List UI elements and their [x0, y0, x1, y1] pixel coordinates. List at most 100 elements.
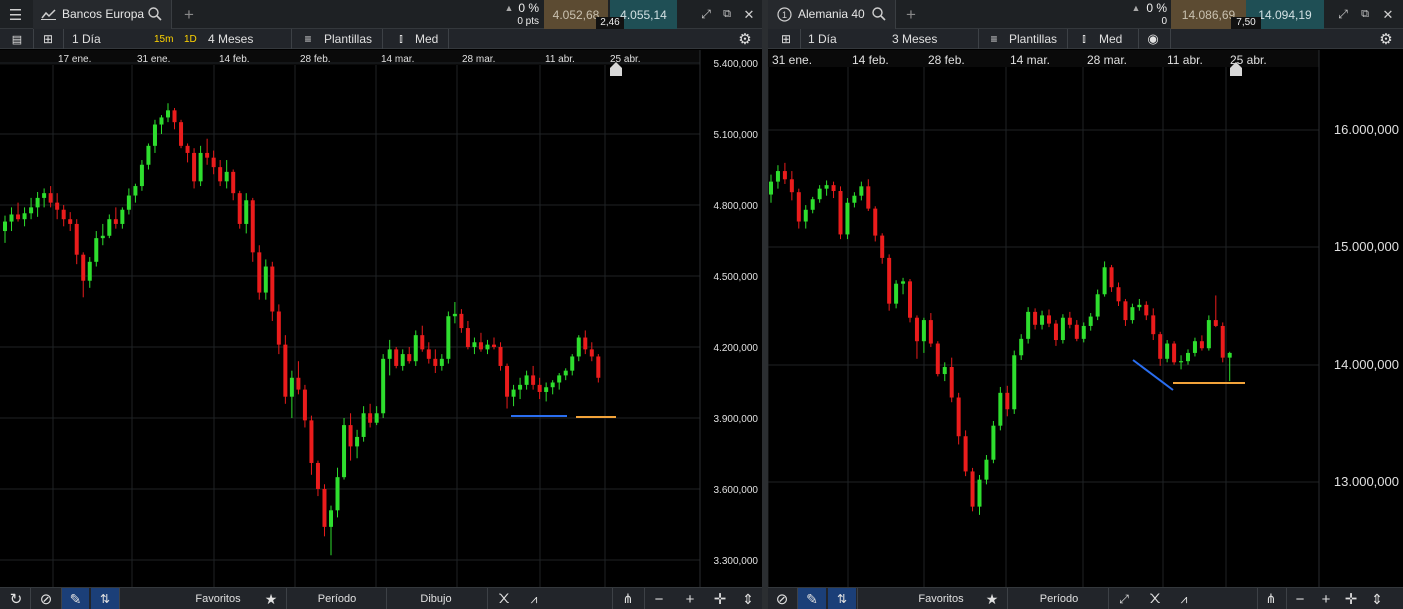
quick-interval-1d[interactable]: 1D — [184, 29, 197, 49]
candle-body — [452, 313, 457, 317]
add-tab-icon[interactable]: + — [178, 0, 200, 29]
favorites-button[interactable]: Favoritos — [901, 588, 981, 609]
candle-body — [231, 171, 236, 194]
zoom-in-icon[interactable]: + — [679, 588, 701, 609]
sort-arrows-icon[interactable]: ⇅ — [828, 588, 856, 609]
trees-icon[interactable]: ⋔ — [616, 588, 640, 609]
candle-body — [185, 145, 190, 153]
candles-icon: ⫾ — [399, 32, 403, 45]
candle-body — [205, 152, 210, 158]
candle-body — [478, 342, 483, 350]
move-vertical-icon[interactable]: ⇕ — [737, 588, 759, 609]
hamburger-menu-icon[interactable]: ☰ — [0, 0, 31, 29]
candle-body — [1081, 325, 1086, 339]
indicator-icon[interactable]: ᙭ — [1144, 588, 1166, 609]
eye-icon[interactable]: ◉ — [1142, 29, 1164, 49]
interval-selector[interactable]: 1 Día — [72, 29, 101, 49]
popout-icon[interactable]: ⧉ — [718, 0, 736, 29]
candle-body — [87, 261, 92, 281]
candle-body — [263, 266, 268, 293]
candle-body — [172, 110, 177, 123]
chart-panel-right: 1 Alemania 40 + ▲ 0 % 0 14.086,69 14.094… — [768, 0, 1403, 609]
y-tick-label: 3.900,000 — [714, 414, 759, 425]
panel-header: 1 Alemania 40 + ▲ 0 % 0 14.086,69 14.094… — [768, 0, 1403, 29]
search-icon[interactable] — [148, 7, 162, 21]
add-tab-icon[interactable]: + — [900, 0, 922, 29]
candle-body — [257, 252, 262, 293]
candle-body — [439, 358, 444, 366]
candle-body — [465, 328, 470, 347]
y-tick-label: 14.000,000 — [1334, 357, 1399, 372]
zoom-out-icon[interactable]: − — [1290, 588, 1310, 609]
zoom-in-icon[interactable]: + — [1316, 588, 1336, 609]
chart-type-button[interactable]: Med — [415, 29, 438, 49]
pencil-icon[interactable]: ✎ — [798, 588, 826, 609]
grid-layout-icon[interactable]: ⊞ — [777, 29, 795, 49]
candle-body — [159, 117, 164, 125]
candle-body — [1137, 304, 1142, 308]
zoom-out-icon[interactable]: − — [648, 588, 670, 609]
candle-body — [133, 186, 138, 196]
candle-body — [433, 358, 438, 366]
candle-body — [775, 171, 780, 182]
candle-body — [505, 365, 510, 397]
search-icon[interactable] — [872, 7, 886, 21]
y-tick-label: 13.000,000 — [1334, 474, 1399, 489]
candle-body — [420, 335, 425, 350]
candle-body — [16, 214, 21, 220]
settings-gear-icon[interactable]: ⚙ — [735, 29, 755, 49]
candle-body — [796, 192, 801, 222]
study-icon[interactable]: ⩘ — [522, 588, 546, 609]
pencil-icon[interactable]: ✎ — [62, 588, 89, 609]
candle-body — [381, 358, 386, 414]
trees-icon[interactable]: ⋔ — [1260, 588, 1282, 609]
star-icon[interactable]: ★ — [262, 588, 280, 609]
candle-body — [789, 179, 794, 193]
expand-icon[interactable]: ⤢ — [1334, 0, 1352, 29]
star-icon[interactable]: ★ — [983, 588, 1001, 609]
indicator-icon[interactable]: ᙭ — [492, 588, 516, 609]
sort-arrows-icon[interactable]: ⇅ — [91, 588, 119, 609]
x-tick-label: 14 mar. — [1010, 53, 1050, 67]
clear-icon[interactable]: ⊘ — [34, 588, 58, 609]
candlestick-chart[interactable]: 16.000,000 15.000,000 14.000,000 13.000,000… — [768, 50, 1403, 587]
period-selector[interactable]: 3 Meses — [892, 29, 937, 49]
settings-gear-icon[interactable]: ⚙ — [1376, 29, 1396, 49]
templates-button[interactable]: Plantillas — [1009, 29, 1057, 49]
close-icon[interactable]: ✕ — [1379, 0, 1397, 29]
list-icon[interactable]: ▤ — [8, 29, 26, 49]
candle-body — [998, 392, 1003, 426]
expand-icon[interactable]: ⤢ — [697, 0, 715, 29]
candle-body — [1102, 267, 1107, 295]
candle-body — [803, 209, 808, 222]
crosshair-icon[interactable]: ✛ — [1341, 588, 1361, 609]
quick-interval-15m[interactable]: 15m — [154, 29, 173, 49]
x-tick-label: 28 feb. — [928, 53, 965, 67]
popout-icon[interactable]: ⧉ — [1356, 0, 1374, 29]
x-tick-label: 17 ene. — [58, 54, 91, 65]
close-icon[interactable]: ✕ — [740, 0, 758, 29]
refresh-icon[interactable]: ↻ — [5, 588, 27, 609]
x-tick-label: 14 mar. — [381, 54, 414, 65]
candlestick-chart[interactable]: 5.400,000 5.100,000 4.800,000 4.500,000 4.20… — [0, 50, 762, 587]
crosshair-icon[interactable]: ✛ — [709, 588, 731, 609]
x-tick-label: 28 mar. — [462, 54, 495, 65]
move-vertical-icon[interactable]: ⇕ — [1367, 588, 1387, 609]
grid-layout-icon[interactable]: ⊞ — [39, 29, 57, 49]
period-button[interactable]: Período — [1019, 588, 1099, 609]
candle-body — [9, 214, 14, 222]
candle-body — [1026, 311, 1031, 339]
templates-button[interactable]: Plantillas — [324, 29, 372, 49]
period-button[interactable]: Período — [297, 588, 377, 609]
info-circle-icon[interactable]: 1 — [777, 7, 792, 22]
study-icon[interactable]: ⩘ — [1173, 588, 1195, 609]
line-tool-icon[interactable]: ⤢ — [1113, 588, 1135, 609]
chart-type-button[interactable]: Med — [1099, 29, 1122, 49]
interval-selector[interactable]: 1 Día — [808, 29, 837, 49]
favorites-button[interactable]: Favoritos — [178, 588, 258, 609]
svg-text:1: 1 — [782, 10, 787, 20]
candle-body — [1095, 294, 1100, 317]
period-selector[interactable]: 4 Meses — [208, 29, 253, 49]
clear-icon[interactable]: ⊘ — [770, 588, 794, 609]
drawing-button[interactable]: Dibujo — [392, 588, 480, 609]
